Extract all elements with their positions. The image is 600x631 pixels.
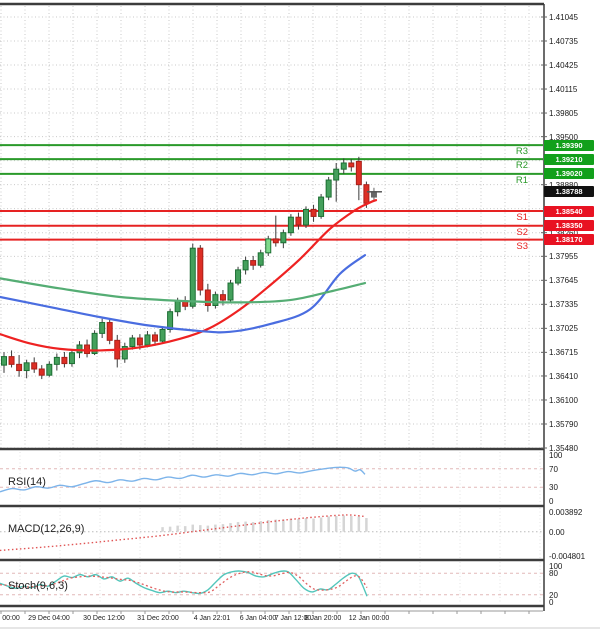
support-price-badge: 1.38350: [544, 220, 594, 231]
support-price-badge: 1.38540: [544, 206, 594, 217]
price-tick-label: 1.36715: [549, 348, 578, 357]
price-tick-label: 1.40735: [549, 37, 578, 46]
support-label: S2: [478, 228, 528, 238]
price-tick-label: 1.40425: [549, 61, 578, 70]
support-price-badge: 1.38170: [544, 234, 594, 245]
rsi-label: RSI(14): [8, 476, 46, 488]
support-label: S1: [478, 213, 528, 223]
rsi-tick-label: 100: [549, 451, 562, 460]
price-tick-label: 1.41045: [549, 13, 578, 22]
support-label: S3: [478, 242, 528, 252]
macd-tick-label: -0.004801: [549, 552, 585, 561]
current-price-badge: 1.38788: [544, 186, 594, 197]
chart-canvas[interactable]: [0, 0, 600, 631]
resistance-price-badge: 1.39020: [544, 168, 594, 179]
rsi-tick-label: 0: [549, 497, 553, 506]
resistance-label: R1: [478, 176, 528, 186]
stoch-panel: [0, 571, 543, 596]
macd-tick-label: 0.00: [549, 528, 565, 537]
support-resistance-lines[interactable]: [0, 145, 543, 239]
price-tick-label: 1.35790: [549, 420, 578, 429]
price-tick-label: 1.37645: [549, 276, 578, 285]
price-tick-label: 1.40115: [549, 85, 577, 94]
stoch-tick-label: 80: [549, 569, 558, 578]
rsi-tick-label: 30: [549, 483, 558, 492]
stoch-label: Stoch(9,6,3): [8, 580, 68, 592]
rsi-panel: [0, 467, 543, 491]
resistance-price-badge: 1.39390: [544, 140, 594, 151]
price-tick-label: 1.37025: [549, 324, 578, 333]
resistance-label: R3: [478, 147, 528, 157]
rsi-tick-label: 70: [549, 465, 558, 474]
price-tick-label: 1.37335: [549, 300, 578, 309]
resistance-label: R2: [478, 161, 528, 171]
time-tick-label: 12 Jan 00:00: [337, 615, 401, 623]
price-tick-label: 1.37955: [549, 252, 578, 261]
gridlines: [0, 6, 543, 604]
price-tick-label: 1.39805: [549, 109, 578, 118]
macd-label: MACD(12,26,9): [8, 523, 84, 535]
macd-tick-label: 0.003892: [549, 508, 582, 517]
price-tick-label: 1.36100: [549, 396, 578, 405]
price-tick-label: 1.36410: [549, 372, 578, 381]
forex-technical-analysis-chart: 1.410451.407351.404251.401151.398051.395…: [0, 0, 600, 631]
resistance-price-badge: 1.39210: [544, 154, 594, 165]
candlesticks: [2, 157, 377, 379]
stoch-tick-label: 0: [549, 598, 553, 607]
